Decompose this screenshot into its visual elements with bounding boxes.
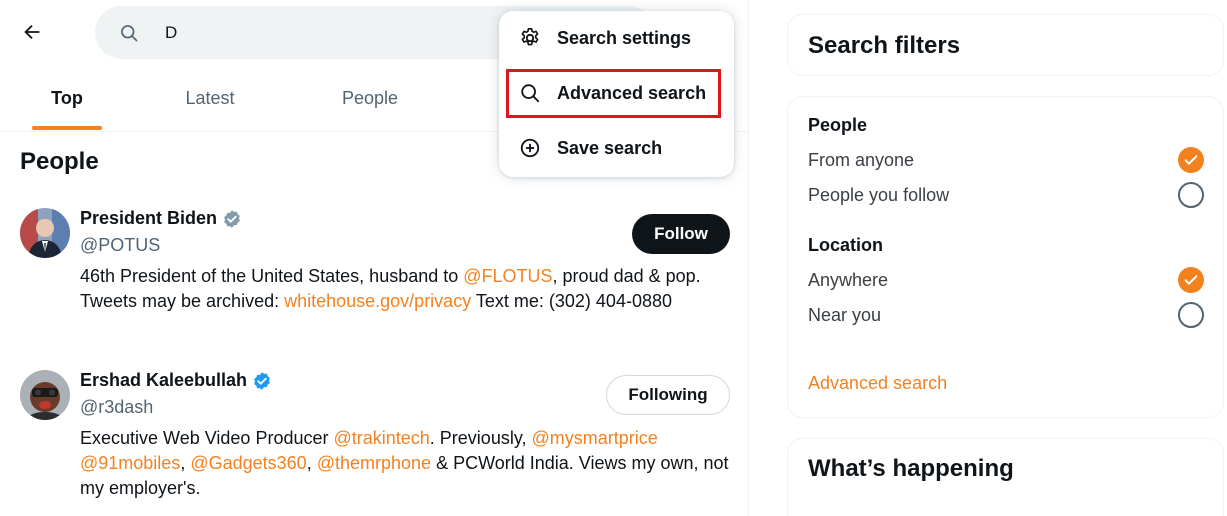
radio-unchecked-icon[interactable] <box>1178 302 1204 328</box>
bio-mention-link[interactable]: @91mobiles <box>80 453 180 473</box>
whats-happening-title: What’s happening <box>808 455 1014 482</box>
filter-option-label: From anyone <box>808 149 915 170</box>
search-filters-header: Search filters <box>787 14 1224 76</box>
user-bio: Executive Web Video Producer @trakintech… <box>80 426 730 501</box>
bio-mention-link[interactable]: @trakintech <box>333 428 429 448</box>
user-handle: @POTUS <box>80 235 161 255</box>
user-bio: 46th President of the United States, hus… <box>80 264 730 314</box>
filter-option-people-you-follow[interactable]: People you follow <box>808 180 1204 210</box>
bio-text: 46th President of the United States, hus… <box>80 266 464 286</box>
filter-option-near-you[interactable]: Near you <box>808 300 1204 330</box>
section-title: People <box>20 148 99 175</box>
advanced-search-link[interactable]: Advanced search <box>808 373 947 394</box>
user-card[interactable]: Ershad Kaleebullah @r3dash Following Exe… <box>20 370 730 510</box>
filter-option-label: People you follow <box>808 184 950 205</box>
plus-circle-icon <box>519 137 541 159</box>
radio-checked-icon[interactable] <box>1178 147 1204 173</box>
bio-text: . Previously, <box>429 428 532 448</box>
menu-item-label: Save search <box>557 137 663 158</box>
filter-option-label: Anywhere <box>808 269 889 290</box>
verified-badge-icon <box>254 371 270 390</box>
arrow-left-icon <box>24 24 40 40</box>
column-divider <box>748 0 749 516</box>
user-name[interactable]: President Biden <box>80 208 242 229</box>
bio-url-link[interactable]: whitehouse.gov/privacy <box>284 291 471 311</box>
tab-latest[interactable]: Latest <box>170 64 250 132</box>
menu-item-label: Search settings <box>557 27 692 48</box>
whats-happening-panel: What’s happening <box>787 438 1224 516</box>
following-button[interactable]: Following <box>606 375 730 415</box>
bio-mention-link[interactable]: @FLOTUS <box>463 266 552 286</box>
user-name-text: Ershad Kaleebullah <box>80 370 248 390</box>
bio-mention-link[interactable]: @Gadgets360 <box>190 453 306 473</box>
search-filters-title: Search filters <box>808 32 961 59</box>
people-filter-heading: People <box>808 115 868 135</box>
tab-people[interactable]: People <box>330 64 410 132</box>
back-button[interactable] <box>14 14 50 50</box>
gear-icon <box>519 27 541 49</box>
radio-checked-icon[interactable] <box>1178 267 1204 293</box>
follow-button[interactable]: Follow <box>632 214 730 254</box>
user-name-text: President Biden <box>80 208 218 228</box>
active-tab-indicator <box>32 126 102 130</box>
bio-text: , <box>180 453 191 473</box>
bio-text: Text me: (302) 404-0880 <box>471 291 672 311</box>
filter-option-from-anyone[interactable]: From anyone <box>808 145 1204 175</box>
highlight-annotation <box>506 69 721 118</box>
bio-text: , <box>306 453 317 473</box>
user-card[interactable]: President Biden @POTUS Follow 46th Presi… <box>20 208 730 338</box>
filter-option-anywhere[interactable]: Anywhere <box>808 265 1204 295</box>
avatar[interactable] <box>20 370 70 420</box>
search-filters-panel: People From anyone People you follow Loc… <box>787 96 1224 418</box>
search-icon <box>119 22 141 44</box>
filter-option-label: Near you <box>808 304 882 325</box>
bio-mention-link[interactable]: @themrphone <box>317 453 431 473</box>
verified-badge-icon <box>224 209 240 228</box>
menu-item-save-search[interactable]: Save search <box>499 121 734 175</box>
radio-unchecked-icon[interactable] <box>1178 182 1204 208</box>
tab-top[interactable]: Top <box>32 64 102 132</box>
user-name[interactable]: Ershad Kaleebullah <box>80 370 272 391</box>
avatar[interactable] <box>20 208 70 258</box>
bio-mention-link[interactable]: @mysmartprice <box>532 428 658 448</box>
user-handle: @r3dash <box>80 397 154 417</box>
location-filter-heading: Location <box>808 235 883 255</box>
bio-text: Executive Web Video Producer <box>80 428 334 448</box>
search-input[interactable] <box>165 22 465 43</box>
menu-item-search-settings[interactable]: Search settings <box>499 11 734 65</box>
